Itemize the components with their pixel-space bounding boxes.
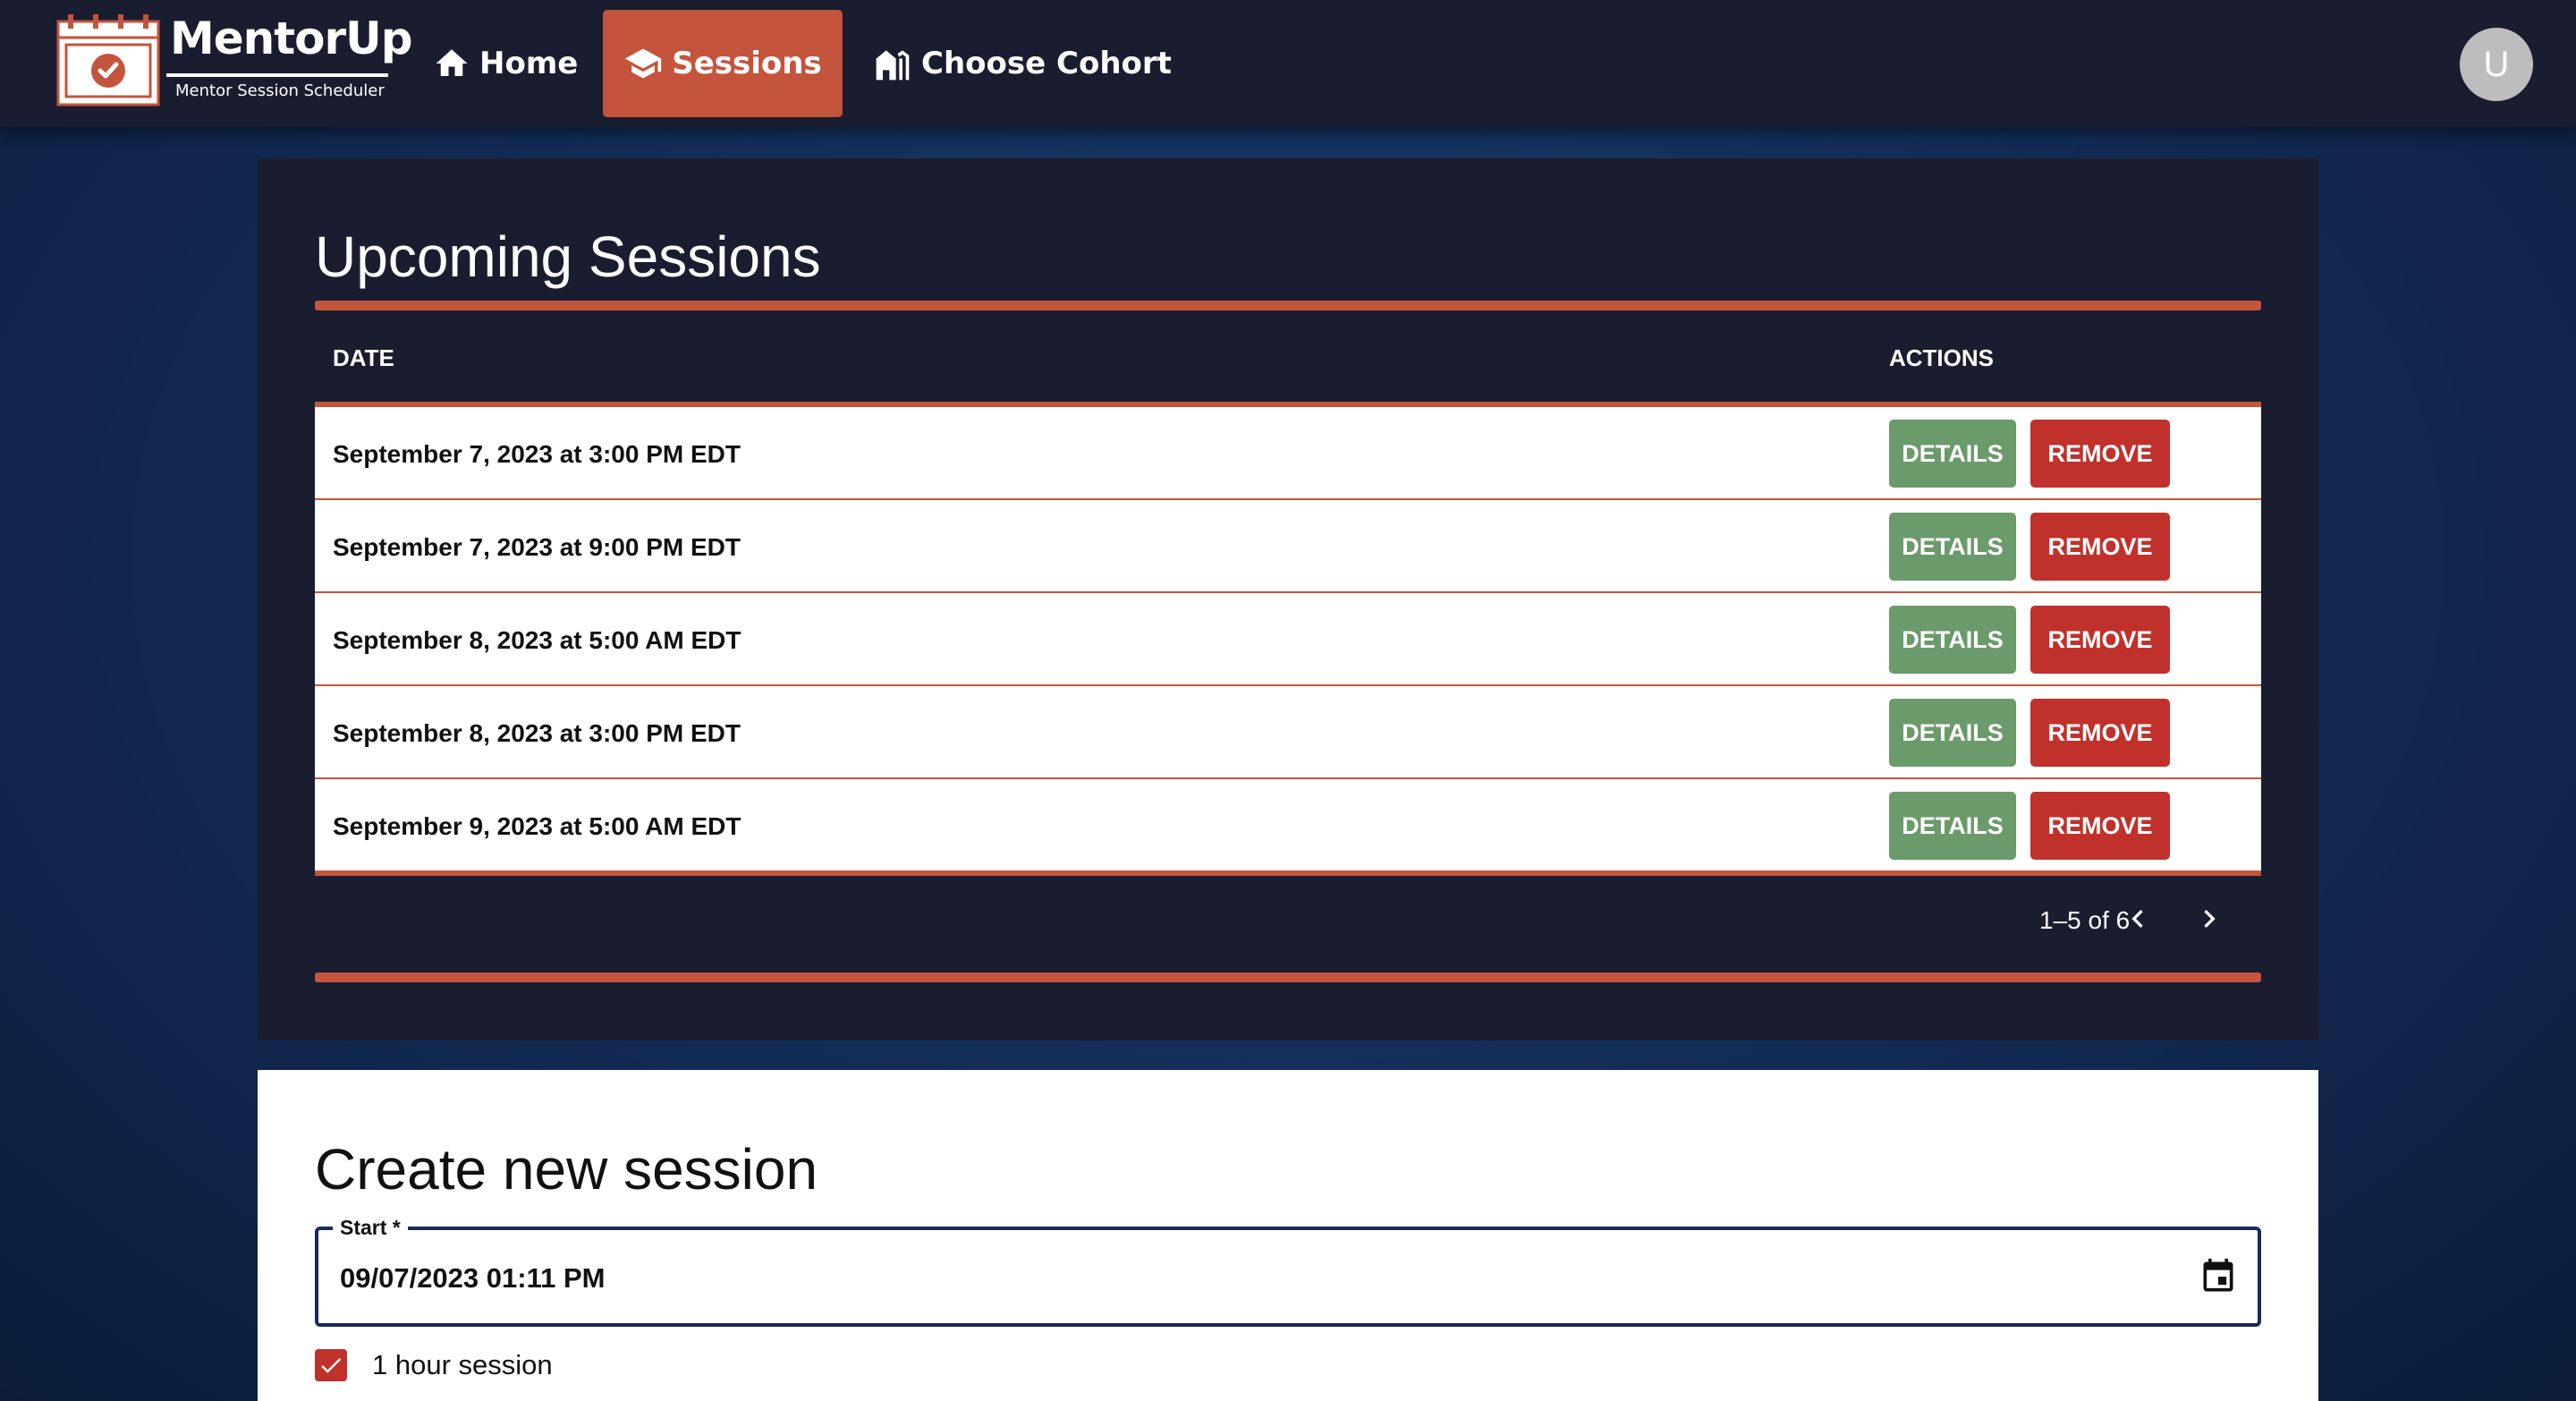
column-header-date: DATE bbox=[333, 344, 394, 371]
pagination: 1–5 of 6 bbox=[315, 892, 2261, 946]
remove-button[interactable]: REMOVE bbox=[2030, 513, 2170, 581]
remove-button[interactable]: REMOVE bbox=[2030, 606, 2170, 674]
session-date: September 7, 2023 at 3:00 PM EDT bbox=[333, 440, 741, 468]
remove-button[interactable]: REMOVE bbox=[2030, 699, 2170, 767]
one-hour-option: 1 hour session bbox=[315, 1346, 553, 1385]
pagination-range: 1–5 of 6 bbox=[2039, 906, 2131, 934]
calendar-check-icon bbox=[56, 14, 160, 106]
details-button[interactable]: DETAILS bbox=[1889, 792, 2016, 860]
calendar-icon[interactable] bbox=[2199, 1257, 2238, 1296]
session-date: September 8, 2023 at 3:00 PM EDT bbox=[333, 719, 741, 747]
create-session-card: Create new session Start * 09/07/2023 01… bbox=[258, 1070, 2318, 1401]
upcoming-sessions-title: Upcoming Sessions bbox=[315, 225, 821, 289]
details-button[interactable]: DETAILS bbox=[1889, 513, 2016, 581]
one-hour-checkbox[interactable] bbox=[315, 1349, 347, 1381]
nav-cohort-label: Choose Cohort bbox=[921, 46, 1172, 81]
nav-sessions-link[interactable]: Sessions bbox=[603, 10, 843, 117]
nav-choose-cohort-link[interactable]: Choose Cohort bbox=[873, 10, 1172, 117]
cohort-building-icon bbox=[876, 50, 910, 81]
details-button[interactable]: DETAILS bbox=[1889, 699, 2016, 767]
accent-divider bbox=[315, 972, 2261, 982]
upcoming-sessions-card: Upcoming Sessions DATE ACTIONS September… bbox=[258, 158, 2318, 1040]
remove-button[interactable]: REMOVE bbox=[2030, 792, 2170, 860]
details-button[interactable]: DETAILS bbox=[1889, 606, 2016, 674]
session-date: September 7, 2023 at 9:00 PM EDT bbox=[333, 533, 741, 561]
session-date: September 9, 2023 at 5:00 AM EDT bbox=[333, 812, 741, 840]
table-row: September 9, 2023 at 5:00 AM EDT DETAILS… bbox=[315, 779, 2261, 872]
one-hour-label: 1 hour session bbox=[372, 1349, 553, 1380]
start-datetime-field[interactable]: Start * 09/07/2023 01:11 PM bbox=[315, 1216, 2261, 1327]
start-field-value[interactable]: 09/07/2023 01:11 PM bbox=[340, 1262, 605, 1295]
nav-home-link[interactable]: Home bbox=[433, 10, 578, 117]
chevron-left-icon[interactable] bbox=[2120, 901, 2156, 937]
user-avatar[interactable]: U bbox=[2460, 28, 2533, 101]
nav-home-label: Home bbox=[479, 46, 579, 81]
chevron-right-icon[interactable] bbox=[2191, 901, 2227, 937]
table-row: September 8, 2023 at 5:00 AM EDT DETAILS… bbox=[315, 593, 2261, 686]
home-icon bbox=[436, 49, 468, 76]
details-button[interactable]: DETAILS bbox=[1889, 420, 2016, 488]
brand-tagline: Mentor Session Scheduler bbox=[175, 81, 385, 100]
sessions-table-body: September 7, 2023 at 3:00 PM EDT DETAILS… bbox=[315, 402, 2261, 876]
column-header-actions: ACTIONS bbox=[1889, 344, 1994, 371]
table-row: September 7, 2023 at 3:00 PM EDT DETAILS… bbox=[315, 407, 2261, 500]
start-field-label: Start * bbox=[333, 1216, 408, 1240]
create-session-title: Create new session bbox=[315, 1137, 818, 1201]
brand-name: MentorUp bbox=[170, 13, 413, 64]
sessions-table-header: DATE ACTIONS bbox=[315, 310, 2261, 402]
nav-sessions-label: Sessions bbox=[672, 46, 822, 81]
brand-divider bbox=[166, 73, 388, 77]
session-date: September 8, 2023 at 5:00 AM EDT bbox=[333, 626, 741, 654]
table-row: September 8, 2023 at 3:00 PM EDT DETAILS… bbox=[315, 686, 2261, 779]
graduation-cap-icon bbox=[625, 48, 662, 79]
table-row: September 7, 2023 at 9:00 PM EDT DETAILS… bbox=[315, 500, 2261, 593]
remove-button[interactable]: REMOVE bbox=[2030, 420, 2170, 488]
accent-divider bbox=[315, 301, 2261, 310]
check-icon bbox=[321, 1358, 342, 1373]
top-navbar: MentorUp Mentor Session Scheduler Home S… bbox=[0, 0, 2576, 127]
